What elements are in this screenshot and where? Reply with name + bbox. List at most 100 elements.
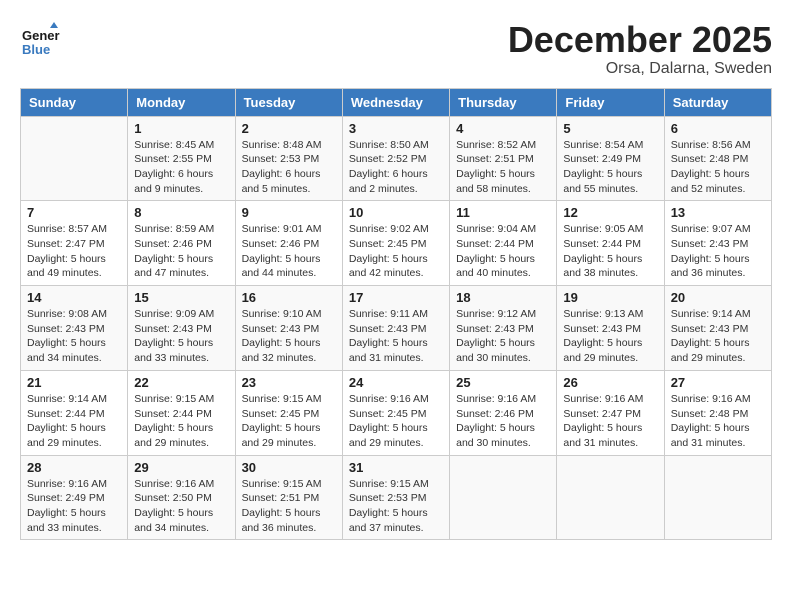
day-number: 13 <box>671 205 765 220</box>
day-info: Sunrise: 8:50 AM Sunset: 2:52 PM Dayligh… <box>349 138 443 197</box>
weekday-sunday: Sunday <box>21 88 128 116</box>
calendar-cell: 27 Sunrise: 9:16 AM Sunset: 2:48 PM Dayli… <box>664 370 771 455</box>
day-number: 7 <box>27 205 121 220</box>
svg-text:General: General <box>22 28 60 43</box>
day-info: Sunrise: 9:02 AM Sunset: 2:45 PM Dayligh… <box>349 222 443 281</box>
day-info: Sunrise: 9:15 AM Sunset: 2:51 PM Dayligh… <box>242 477 336 536</box>
calendar-cell: 2Sunrise: 8:48 AM Sunset: 2:53 PM Daylig… <box>235 116 342 201</box>
svg-text:Blue: Blue <box>22 42 50 57</box>
calendar-cell: 14Sunrise: 9:08 AM Sunset: 2:43 PM Dayli… <box>21 286 128 371</box>
weekday-monday: Monday <box>128 88 235 116</box>
calendar-cell: 18 Sunrise: 9:12 AM Sunset: 2:43 PM Dayli… <box>450 286 557 371</box>
day-number: 27 <box>671 375 765 390</box>
day-number: 11 <box>456 205 550 220</box>
calendar-cell: 30 Sunrise: 9:15 AM Sunset: 2:51 PM Dayli… <box>235 455 342 540</box>
calendar-table: SundayMondayTuesdayWednesdayThursdayFrid… <box>20 88 772 541</box>
calendar-body: 1 Sunrise: 8:45 AM Sunset: 2:55 PM Daylig… <box>21 116 772 540</box>
day-number: 20 <box>671 290 765 305</box>
day-number: 17 <box>349 290 443 305</box>
calendar-cell: 15 Sunrise: 9:09 AM Sunset: 2:43 PM Dayli… <box>128 286 235 371</box>
logo: General Blue <box>20 20 66 60</box>
day-info: Sunrise: 9:16 AM Sunset: 2:47 PM Dayligh… <box>563 392 657 451</box>
calendar-cell: 1 Sunrise: 8:45 AM Sunset: 2:55 PM Daylig… <box>128 116 235 201</box>
calendar-cell: 20 Sunrise: 9:14 AM Sunset: 2:43 PM Dayli… <box>664 286 771 371</box>
calendar-cell: 31 Sunrise: 9:15 AM Sunset: 2:53 PM Dayli… <box>342 455 449 540</box>
calendar-cell: 11 Sunrise: 9:04 AM Sunset: 2:44 PM Dayli… <box>450 201 557 286</box>
day-number: 9 <box>242 205 336 220</box>
day-info: Sunrise: 9:16 AM Sunset: 2:49 PM Dayligh… <box>27 477 121 536</box>
day-info: Sunrise: 8:48 AM Sunset: 2:53 PM Dayligh… <box>242 138 336 197</box>
calendar-cell: 21Sunrise: 9:14 AM Sunset: 2:44 PM Dayli… <box>21 370 128 455</box>
day-number: 28 <box>27 460 121 475</box>
calendar-cell: 9 Sunrise: 9:01 AM Sunset: 2:46 PM Daylig… <box>235 201 342 286</box>
logo-icon: General Blue <box>20 20 60 60</box>
day-number: 29 <box>134 460 228 475</box>
day-number: 23 <box>242 375 336 390</box>
day-info: Sunrise: 9:15 AM Sunset: 2:53 PM Dayligh… <box>349 477 443 536</box>
calendar-cell: 29 Sunrise: 9:16 AM Sunset: 2:50 PM Dayli… <box>128 455 235 540</box>
day-number: 8 <box>134 205 228 220</box>
day-info: Sunrise: 9:15 AM Sunset: 2:45 PM Dayligh… <box>242 392 336 451</box>
day-number: 22 <box>134 375 228 390</box>
day-info: Sunrise: 9:16 AM Sunset: 2:48 PM Dayligh… <box>671 392 765 451</box>
day-info: Sunrise: 9:04 AM Sunset: 2:44 PM Dayligh… <box>456 222 550 281</box>
location: Orsa, Dalarna, Sweden <box>508 60 772 78</box>
day-info: Sunrise: 8:59 AM Sunset: 2:46 PM Dayligh… <box>134 222 228 281</box>
calendar-cell: 17Sunrise: 9:11 AM Sunset: 2:43 PM Dayli… <box>342 286 449 371</box>
day-info: Sunrise: 9:12 AM Sunset: 2:43 PM Dayligh… <box>456 307 550 366</box>
day-info: Sunrise: 8:56 AM Sunset: 2:48 PM Dayligh… <box>671 138 765 197</box>
day-number: 26 <box>563 375 657 390</box>
calendar-cell <box>21 116 128 201</box>
day-number: 25 <box>456 375 550 390</box>
day-number: 1 <box>134 121 228 136</box>
calendar-cell: 25 Sunrise: 9:16 AM Sunset: 2:46 PM Dayli… <box>450 370 557 455</box>
day-info: Sunrise: 9:08 AM Sunset: 2:43 PM Dayligh… <box>27 307 121 366</box>
day-number: 31 <box>349 460 443 475</box>
calendar-cell: 5Sunrise: 8:54 AM Sunset: 2:49 PM Daylig… <box>557 116 664 201</box>
week-row-1: 1 Sunrise: 8:45 AM Sunset: 2:55 PM Daylig… <box>21 116 772 201</box>
day-info: Sunrise: 9:14 AM Sunset: 2:43 PM Dayligh… <box>671 307 765 366</box>
weekday-friday: Friday <box>557 88 664 116</box>
calendar-cell <box>664 455 771 540</box>
day-info: Sunrise: 9:16 AM Sunset: 2:50 PM Dayligh… <box>134 477 228 536</box>
title-block: December 2025 Orsa, Dalarna, Sweden <box>508 20 772 78</box>
calendar-cell: 24Sunrise: 9:16 AM Sunset: 2:45 PM Dayli… <box>342 370 449 455</box>
day-info: Sunrise: 9:10 AM Sunset: 2:43 PM Dayligh… <box>242 307 336 366</box>
weekday-saturday: Saturday <box>664 88 771 116</box>
day-info: Sunrise: 8:52 AM Sunset: 2:51 PM Dayligh… <box>456 138 550 197</box>
day-info: Sunrise: 9:07 AM Sunset: 2:43 PM Dayligh… <box>671 222 765 281</box>
day-info: Sunrise: 9:15 AM Sunset: 2:44 PM Dayligh… <box>134 392 228 451</box>
day-number: 15 <box>134 290 228 305</box>
calendar-cell: 4 Sunrise: 8:52 AM Sunset: 2:51 PM Daylig… <box>450 116 557 201</box>
calendar-cell: 19 Sunrise: 9:13 AM Sunset: 2:43 PM Dayli… <box>557 286 664 371</box>
day-info: Sunrise: 8:57 AM Sunset: 2:47 PM Dayligh… <box>27 222 121 281</box>
day-info: Sunrise: 8:54 AM Sunset: 2:49 PM Dayligh… <box>563 138 657 197</box>
day-info: Sunrise: 9:09 AM Sunset: 2:43 PM Dayligh… <box>134 307 228 366</box>
day-number: 18 <box>456 290 550 305</box>
weekday-tuesday: Tuesday <box>235 88 342 116</box>
day-number: 16 <box>242 290 336 305</box>
day-number: 6 <box>671 121 765 136</box>
calendar-cell: 23 Sunrise: 9:15 AM Sunset: 2:45 PM Dayli… <box>235 370 342 455</box>
calendar-cell: 26 Sunrise: 9:16 AM Sunset: 2:47 PM Dayli… <box>557 370 664 455</box>
day-number: 10 <box>349 205 443 220</box>
day-info: Sunrise: 8:45 AM Sunset: 2:55 PM Dayligh… <box>134 138 228 197</box>
weekday-thursday: Thursday <box>450 88 557 116</box>
calendar-cell: 6 Sunrise: 8:56 AM Sunset: 2:48 PM Daylig… <box>664 116 771 201</box>
day-number: 24 <box>349 375 443 390</box>
weekday-header-row: SundayMondayTuesdayWednesdayThursdayFrid… <box>21 88 772 116</box>
day-number: 4 <box>456 121 550 136</box>
day-info: Sunrise: 9:05 AM Sunset: 2:44 PM Dayligh… <box>563 222 657 281</box>
day-number: 30 <box>242 460 336 475</box>
calendar-cell: 13 Sunrise: 9:07 AM Sunset: 2:43 PM Dayli… <box>664 201 771 286</box>
day-number: 12 <box>563 205 657 220</box>
week-row-5: 28 Sunrise: 9:16 AM Sunset: 2:49 PM Dayli… <box>21 455 772 540</box>
day-number: 19 <box>563 290 657 305</box>
day-info: Sunrise: 9:13 AM Sunset: 2:43 PM Dayligh… <box>563 307 657 366</box>
month-title: December 2025 <box>508 20 772 60</box>
calendar-cell <box>450 455 557 540</box>
weekday-wednesday: Wednesday <box>342 88 449 116</box>
day-info: Sunrise: 9:01 AM Sunset: 2:46 PM Dayligh… <box>242 222 336 281</box>
calendar-cell: 10 Sunrise: 9:02 AM Sunset: 2:45 PM Dayli… <box>342 201 449 286</box>
day-info: Sunrise: 9:16 AM Sunset: 2:46 PM Dayligh… <box>456 392 550 451</box>
